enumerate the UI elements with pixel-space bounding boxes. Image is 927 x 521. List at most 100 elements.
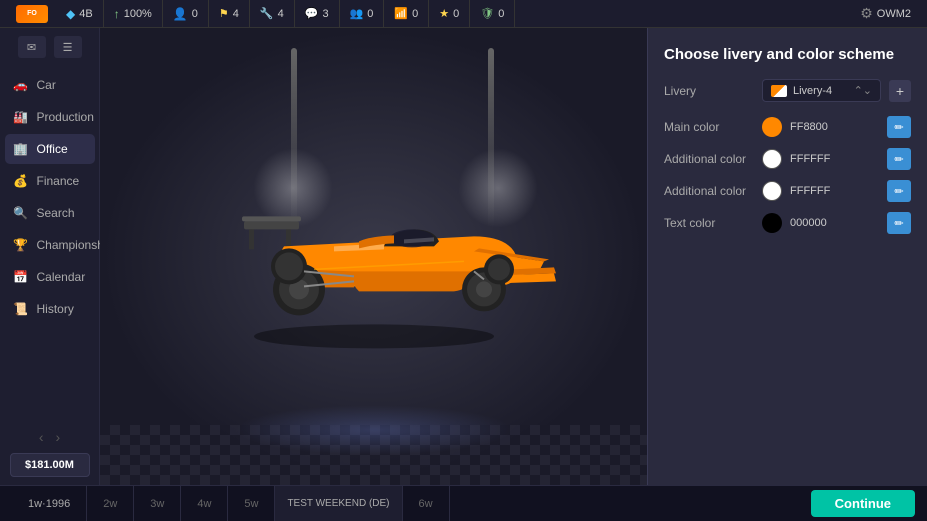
topbar-right: ⚙ OWM2: [852, 5, 919, 22]
livery-value: Livery-4: [793, 85, 848, 97]
color-row-additional-2: Additional color FFFFFF ✏: [664, 180, 911, 202]
shield-icon: 🛡: [480, 7, 494, 20]
chevron-left-icon[interactable]: ‹: [39, 429, 44, 445]
performance-value: 100%: [124, 8, 152, 20]
week-label-3: 4w: [197, 498, 211, 510]
timeline-week-4: 4w: [181, 486, 228, 521]
sidebar-item-history[interactable]: 📜 History: [5, 294, 95, 324]
text-color-value: 000000: [790, 217, 879, 229]
livery-thumbnail: [771, 85, 787, 97]
sidebar-item-office[interactable]: 🏢 Office: [5, 134, 95, 164]
person-icon: 👤: [173, 7, 188, 21]
sidebar-calendar-label: Calendar: [37, 270, 86, 284]
main-area: ✉ ☰ 🚗 Car 🏭 Production 🏢 Office 💰 Financ…: [0, 28, 927, 485]
car-icon: 🚗: [13, 77, 29, 93]
balance-display: $181.00M: [10, 453, 90, 477]
livery-row: Livery Livery-4 ⌃⌄ +: [664, 79, 911, 102]
livery-arrows: ⌃⌄: [854, 84, 872, 97]
chat-icon: 💬: [305, 7, 319, 20]
sidebar-item-car[interactable]: 🚗 Car: [5, 70, 95, 100]
livery-label: Livery: [664, 84, 754, 98]
timeline-week-5: 5w: [228, 486, 275, 521]
color-row-main: Main color FF8800 ✏: [664, 116, 911, 138]
main-color-edit-button[interactable]: ✏: [887, 116, 911, 138]
brand-logo-area: FO: [8, 0, 56, 27]
car-viewer-area: [100, 28, 647, 485]
week-label-0: 1w·1996: [28, 498, 70, 510]
sidebar-item-production[interactable]: 🏭 Production: [5, 102, 95, 132]
sidebar-finance-label: Finance: [37, 174, 80, 188]
sidebar-history-label: History: [37, 302, 74, 316]
sidebar-item-search[interactable]: 🔍 Search: [5, 198, 95, 228]
production-icon: 🏭: [13, 109, 29, 125]
text-color-edit-button[interactable]: ✏: [887, 212, 911, 234]
gear-icon[interactable]: ⚙: [860, 5, 873, 22]
additional-color-2-swatch: [762, 181, 782, 201]
edit-icon-3: ✏: [894, 185, 903, 198]
chat-value: 3: [322, 8, 328, 20]
person-value: 0: [192, 8, 198, 20]
additional-color-1-edit-button[interactable]: ✏: [887, 148, 911, 170]
chevron-right-icon[interactable]: ›: [56, 429, 61, 445]
menu-icon[interactable]: ☰: [54, 36, 82, 58]
wrench-icon: 🔧: [260, 7, 274, 20]
sidebar-item-calendar[interactable]: 📅 Calendar: [5, 262, 95, 292]
wrench-value: 4: [278, 8, 284, 20]
text-color-swatch: [762, 213, 782, 233]
topbar-people: 👥 0: [340, 0, 385, 27]
bottom-bar: 1w·1996 2w 3w 4w 5w TEST WEEKEND (DE) 6w…: [0, 485, 927, 521]
office-icon: 🏢: [13, 141, 29, 157]
topbar-signal: 📶 0: [384, 0, 429, 27]
continue-button[interactable]: Continue: [811, 490, 915, 517]
username-label: OWM2: [877, 8, 911, 20]
shield-value: 0: [498, 8, 504, 20]
week-label-2: 3w: [150, 498, 164, 510]
panel-title: Choose livery and color scheme: [664, 46, 911, 63]
additional-color-2-value: FFFFFF: [790, 185, 879, 197]
flag-icon: ⚑: [219, 7, 229, 20]
people-icon: 👥: [350, 7, 364, 20]
color-row-text: Text color 000000 ✏: [664, 212, 911, 234]
sidebar-item-championship[interactable]: 🏆 Championship: [5, 230, 95, 260]
edit-icon-2: ✏: [894, 153, 903, 166]
livery-selector[interactable]: Livery-4 ⌃⌄: [762, 79, 881, 102]
text-color-label: Text color: [664, 216, 754, 230]
livery-add-button[interactable]: +: [889, 80, 911, 102]
sidebar: ✉ ☰ 🚗 Car 🏭 Production 🏢 Office 💰 Financ…: [0, 28, 100, 485]
edit-icon: ✏: [894, 121, 903, 134]
livery-panel: Choose livery and color scheme Livery Li…: [647, 28, 927, 485]
diamond-icon: ◆: [66, 7, 75, 21]
timeline-week-6: 6w: [403, 486, 450, 521]
arrow-up-icon: ↑: [114, 7, 120, 21]
currency-value: 4B: [79, 8, 92, 20]
week-label-6: 6w: [419, 498, 433, 510]
topbar-performance: ↑ 100%: [104, 0, 163, 27]
week-label-1: 2w: [103, 498, 117, 510]
people-value: 0: [367, 8, 373, 20]
championship-icon: 🏆: [13, 237, 29, 253]
car-3d-view: [184, 151, 564, 371]
week-label-4: 5w: [244, 498, 258, 510]
additional-color-1-label: Additional color: [664, 152, 754, 166]
mail-icon[interactable]: ✉: [18, 36, 46, 58]
color-row-additional-1: Additional color FFFFFF ✏: [664, 148, 911, 170]
brand-logo: FO: [16, 5, 48, 23]
car-viewer: [100, 28, 647, 485]
additional-color-2-label: Additional color: [664, 184, 754, 198]
timeline-week-2: 2w: [87, 486, 134, 521]
topbar-flag: ⚑ 4: [209, 0, 250, 27]
search-icon: 🔍: [13, 205, 29, 221]
sidebar-item-finance[interactable]: 💰 Finance: [5, 166, 95, 196]
signal-value: 0: [412, 8, 418, 20]
additional-color-1-swatch: [762, 149, 782, 169]
topbar-shield: 🛡 0: [470, 0, 515, 27]
sidebar-production-label: Production: [37, 110, 94, 124]
sidebar-chevrons: ‹ ›: [39, 429, 60, 445]
star-icon: ★: [439, 7, 449, 20]
sidebar-office-label: Office: [37, 142, 68, 156]
timeline-week-3: 3w: [134, 486, 181, 521]
additional-color-2-edit-button[interactable]: ✏: [887, 180, 911, 202]
sidebar-car-label: Car: [37, 78, 56, 92]
additional-color-1-value: FFFFFF: [790, 153, 879, 165]
sidebar-top-icons: ✉ ☰: [18, 36, 82, 58]
